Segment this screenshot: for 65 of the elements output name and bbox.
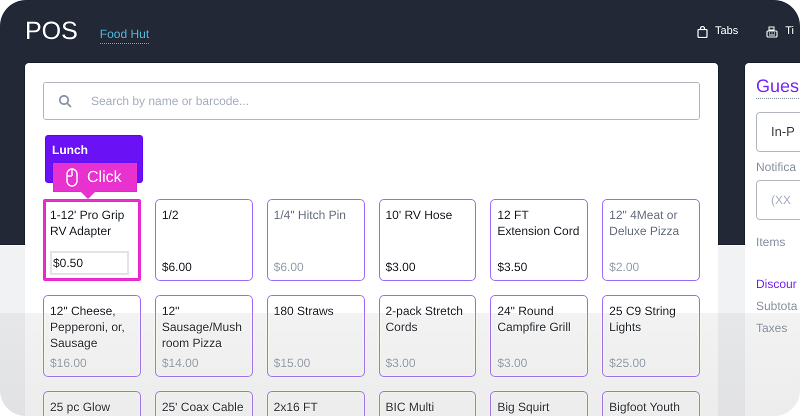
product-card[interactable]: Bigfoot Youth	[602, 391, 700, 416]
product-price: $16.00	[50, 355, 88, 371]
product-card[interactable]: 1/4" Hitch Pin $6.00	[266, 199, 364, 281]
product-price: $3.50	[497, 259, 528, 275]
product-card[interactable]: Big Squirt	[490, 391, 588, 416]
product-price: $15.00	[274, 355, 312, 371]
location-link[interactable]: Food Hut	[100, 25, 150, 44]
bag-icon	[696, 26, 708, 38]
product-card[interactable]: 10' RV Hose $3.00	[378, 199, 476, 281]
taxes-label: Taxes	[756, 320, 788, 336]
product-card[interactable]: 12" 4Meat or Deluxe Pizza $2.00	[602, 199, 700, 281]
cash-register-icon	[766, 26, 778, 38]
product-name: 24" Round Campfire Grill	[497, 303, 572, 335]
product-name: 12" Sausage/Mushroom Pizza	[162, 303, 243, 351]
product-name: 25' Coax Cable	[162, 399, 245, 415]
product-name: 12 FT Extension Cord	[497, 207, 580, 239]
product-card[interactable]: 25' Coax Cable	[154, 391, 253, 416]
product-name: 12" 4Meat or Deluxe Pizza	[609, 207, 680, 239]
product-price: $14.00	[162, 355, 200, 371]
product-card[interactable]: 24" Round Campfire Grill $3.00	[490, 295, 588, 377]
product-price: $6.00	[274, 259, 305, 275]
product-name: 12" Cheese, Pepperoni, or, Sausage	[50, 303, 126, 351]
search-icon	[58, 94, 72, 108]
product-name: 2-pack Stretch Cords	[386, 303, 464, 335]
product-card[interactable]: 1-12' Pro Grip RV Adapter $0.50	[43, 199, 141, 281]
product-price: $3.00	[386, 259, 417, 275]
product-card[interactable]: 2-pack Stretch Cords $3.00	[378, 295, 476, 377]
product-price: $25.00	[609, 355, 647, 371]
product-card[interactable]: 2x16 FT	[266, 391, 364, 416]
discount-link[interactable]: Discour	[756, 274, 800, 292]
product-name: Bigfoot Youth	[609, 399, 681, 415]
product-card[interactable]: 1/2 $6.00	[154, 199, 253, 281]
subtotal-label: Subtota	[756, 298, 798, 314]
order-type-select[interactable]: In-P	[756, 112, 800, 152]
product-price: $3.00	[386, 355, 417, 371]
product-name: 25 pc Glow	[50, 399, 112, 415]
search-field[interactable]: Search by name or barcode...	[43, 82, 700, 120]
product-name: 180 Straws	[274, 303, 335, 319]
app-title: POS	[25, 19, 78, 44]
product-price: $6.00	[162, 259, 193, 275]
product-card[interactable]: 25 C9 String Lights $25.00	[602, 295, 700, 377]
product-price: $0.50	[50, 251, 129, 275]
product-price: $2.00	[609, 259, 640, 275]
phone-field[interactable]: (XX	[756, 180, 800, 220]
product-name: 1-12' Pro Grip RV Adapter	[50, 207, 126, 239]
items-label: Items	[756, 234, 786, 250]
product-name: 10' RV Hose	[386, 207, 454, 223]
product-name: 2x16 FT	[274, 399, 319, 415]
product-card[interactable]: 25 pc Glow	[43, 391, 141, 416]
notification-label: Notifica	[756, 158, 798, 176]
product-name: 25 C9 String Lights	[609, 303, 677, 335]
product-name: Big Squirt	[497, 399, 550, 415]
product-name: 1/4" Hitch Pin	[274, 207, 347, 223]
product-name: 1/2	[162, 207, 180, 223]
mouse-icon	[66, 168, 78, 187]
nav-link[interactable]: Ti	[766, 23, 794, 40]
product-price: $3.00	[497, 355, 528, 371]
product-name: BIC Multi	[386, 399, 436, 415]
product-card[interactable]: 12" Cheese, Pepperoni, or, Sausage $16.00	[43, 295, 141, 377]
product-card[interactable]: 180 Straws $15.00	[266, 295, 364, 377]
product-card[interactable]: 12" Sausage/Mushroom Pizza $14.00	[154, 295, 253, 377]
product-card[interactable]: BIC Multi	[378, 391, 476, 416]
panel-title: Gues	[756, 75, 800, 98]
nav-link[interactable]: Tabs	[696, 23, 738, 40]
product-card[interactable]: 12 FT Extension Cord $3.50	[490, 199, 588, 281]
